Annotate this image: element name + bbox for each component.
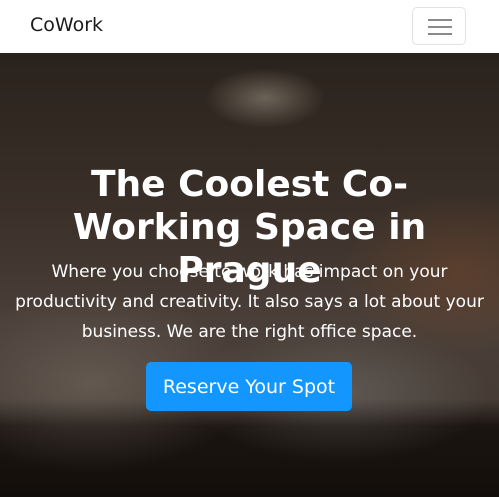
hamburger-menu-icon xyxy=(428,33,452,35)
hamburger-menu-icon xyxy=(428,26,452,28)
brand-link[interactable]: CoWork xyxy=(30,14,103,36)
hamburger-menu-icon xyxy=(428,19,452,21)
menu-toggle-button[interactable] xyxy=(412,7,466,45)
hero-section: The Coolest Co-Working Space in Prague W… xyxy=(0,53,499,497)
navbar: CoWork xyxy=(0,0,499,53)
reserve-spot-button[interactable]: Reserve Your Spot xyxy=(146,362,352,411)
hero-lead: Where you choose to work has impact on y… xyxy=(15,262,484,342)
